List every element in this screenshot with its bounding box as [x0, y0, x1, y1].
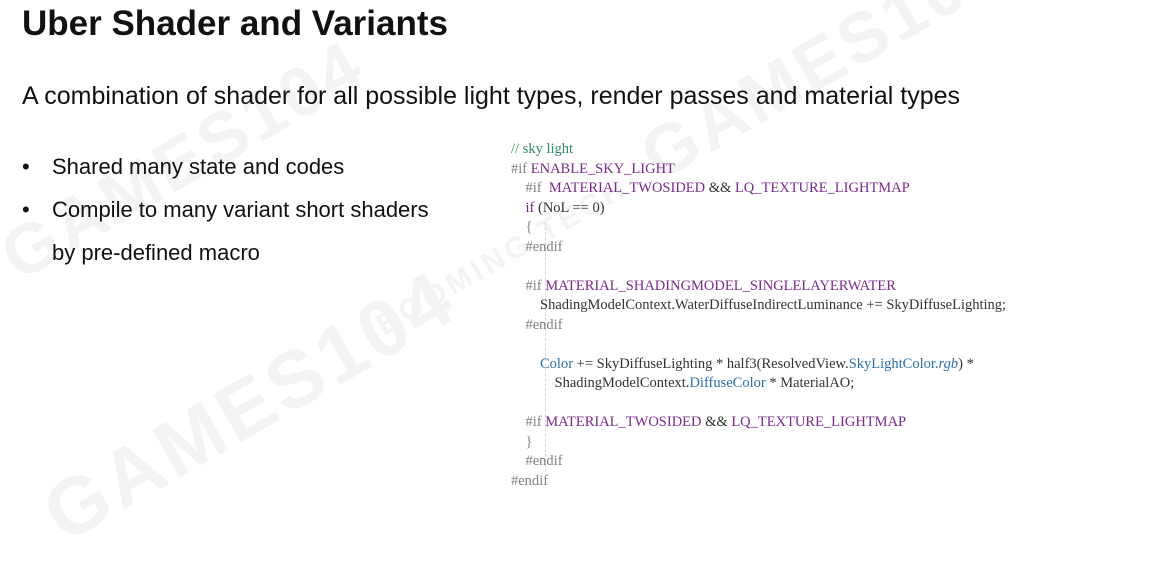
code-macro: MATERIAL_TWOSIDED: [545, 414, 702, 430]
code-macro: ENABLE_SKY_LIGHT: [530, 160, 675, 177]
code-text: (NoL == 0): [537, 199, 605, 216]
code-line: #if ENABLE_SKY_LIGHT: [511, 160, 1006, 180]
code-macro: LQ_TEXTURE_LIGHTMAP: [734, 180, 910, 196]
code-directive: #endif: [525, 453, 563, 469]
code-line: Color += SkyDiffuseLighting * half3(Reso…: [511, 355, 1006, 375]
code-text: ShadingModelContext.: [554, 375, 690, 391]
code-comment: // sky light: [511, 141, 574, 157]
code-directive: #if: [525, 414, 542, 430]
code-directive: #endif: [525, 316, 563, 333]
code-line: #if MATERIAL_SHADINGMODEL_SINGLELAYERWAT…: [511, 277, 1006, 297]
code-line: #if MATERIAL_TWOSIDED && LQ_TEXTURE_LIGH…: [511, 179, 1006, 199]
slide-subtitle: A combination of shader for all possible…: [22, 82, 961, 110]
code-text: }: [525, 433, 533, 450]
code-text: ) *: [958, 355, 974, 372]
code-line: }: [511, 433, 1006, 453]
code-line: ShadingModelContext.WaterDiffuseIndirect…: [511, 296, 1006, 316]
code-line: #endif: [511, 238, 1006, 258]
code-directive: #endif: [525, 238, 563, 255]
slide-title: Uber Shader and Variants: [22, 4, 448, 43]
code-directive: #endif: [511, 472, 549, 489]
code-macro: MATERIAL_TWOSIDED: [548, 180, 706, 196]
bullet-item: • Shared many state and codes: [22, 145, 429, 188]
code-text: ShadingModelContext.WaterDiffuseIndirect…: [540, 297, 1007, 313]
code-keyword: if: [525, 199, 535, 216]
code-identifier: Color: [540, 355, 574, 372]
bullet-list: • Shared many state and codes • Compile …: [22, 145, 429, 274]
code-operator: &&: [705, 414, 728, 430]
code-identifier: DiffuseColor: [689, 375, 766, 391]
code-identifier: SkyLightColor.: [848, 355, 939, 372]
code-text: += SkyDiffuseLighting * half3(ResolvedVi…: [576, 355, 849, 372]
code-line: #endif: [511, 472, 1006, 492]
code-line: {: [511, 218, 1006, 238]
code-line: #endif: [511, 316, 1006, 336]
bullet-item: • Compile to many variant short shaders …: [22, 188, 429, 274]
code-line: ShadingModelContext.DiffuseColor * Mater…: [511, 374, 1006, 394]
code-operator: &&: [708, 180, 732, 196]
code-line: // sky light: [511, 140, 1006, 160]
code-text: * MaterialAO;: [769, 375, 855, 391]
bullet-marker: •: [22, 154, 30, 179]
code-macro: MATERIAL_SHADINGMODEL_SINGLELAYERWATER: [545, 277, 896, 294]
bullet-text: Compile to many variant short shaders: [52, 197, 429, 222]
bullet-marker: •: [22, 197, 30, 222]
code-macro: LQ_TEXTURE_LIGHTMAP: [731, 414, 907, 430]
code-line: if (NoL == 0): [511, 199, 1006, 219]
code-directive: #if: [525, 180, 542, 196]
code-line: #if MATERIAL_TWOSIDED && LQ_TEXTURE_LIGH…: [511, 413, 1006, 433]
code-block: // sky light #if ENABLE_SKY_LIGHT #if MA…: [511, 140, 1006, 491]
code-directive: #if: [511, 160, 528, 177]
code-text: {: [525, 219, 533, 235]
code-directive: #if: [525, 277, 542, 294]
bullet-text: Shared many state and codes: [52, 154, 345, 179]
code-identifier: rgb: [938, 355, 959, 372]
code-line: #endif: [511, 452, 1006, 472]
bullet-continuation: by pre-defined macro: [52, 240, 260, 265]
